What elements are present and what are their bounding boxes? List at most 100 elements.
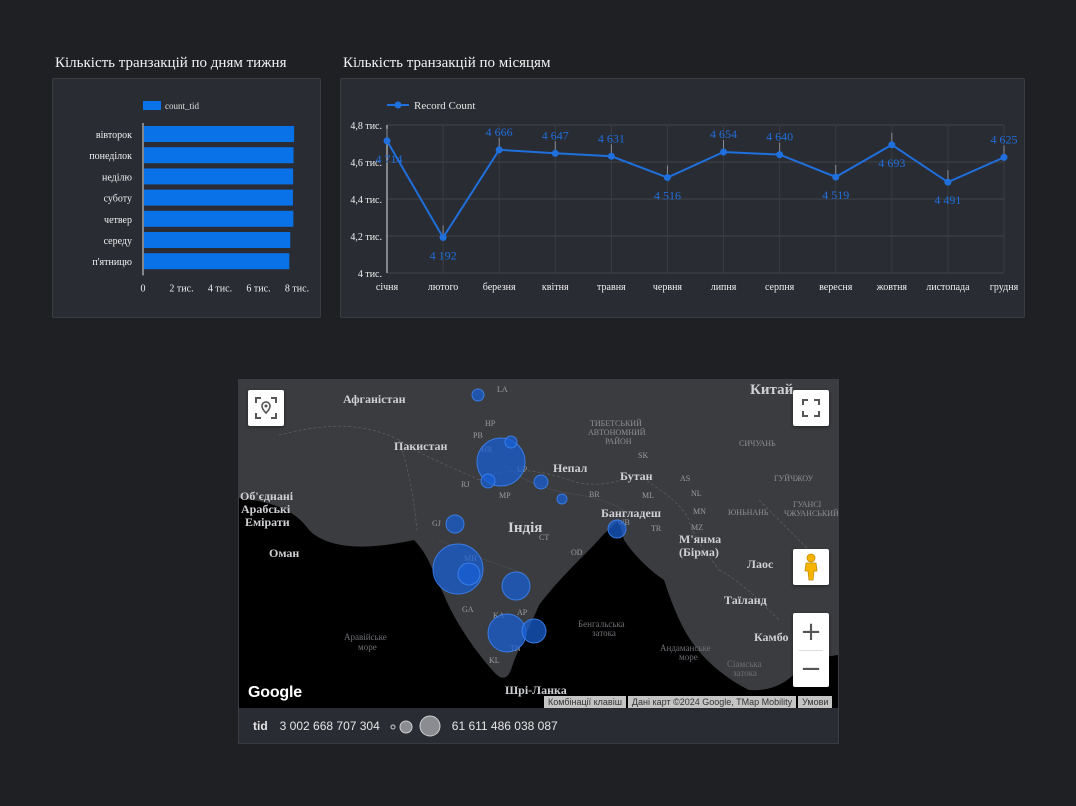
- bubble-size-legend: tid 3 002 668 707 304 61 611 486 038 087: [239, 708, 838, 743]
- data-point-0[interactable]: [383, 137, 391, 145]
- bar-4[interactable]: [144, 210, 294, 227]
- map-bubble-3[interactable]: [480, 473, 496, 489]
- zoom-in-button[interactable]: +: [793, 613, 829, 650]
- weekday-chart-title: Кількість транзакцій по дням тижня: [55, 55, 287, 71]
- legend-max-value: 61 611 486 038 087: [451, 718, 558, 733]
- data-point-7[interactable]: [776, 151, 784, 159]
- x-tick-label: 0: [141, 283, 146, 294]
- data-label: 4 491: [934, 193, 961, 207]
- weekday-bar-chart: count_tid вівторок понеділок неділю суботу че…: [89, 101, 309, 294]
- map-label-uae-1: Об'єднані: [240, 489, 294, 503]
- bar-6[interactable]: [144, 253, 290, 270]
- bar-category-label: середу: [104, 236, 132, 247]
- map-region-label: ГУАНСІ: [793, 500, 822, 509]
- map-region-label: ГУЙЧЖОУ: [774, 474, 814, 483]
- data-point-8[interactable]: [832, 173, 840, 181]
- map-state-code: ML: [642, 491, 654, 500]
- map-state-code: MP: [499, 491, 511, 500]
- data-label: 4 714: [376, 152, 403, 166]
- weekday-chart-panel[interactable]: count_tid вівторок понеділок неділю суботу че…: [52, 78, 321, 318]
- bar-category-label: неділю: [102, 172, 133, 183]
- map-label-pakistan: Пакистан: [394, 439, 448, 453]
- bar-0[interactable]: [144, 126, 295, 142]
- map-water-label: затока: [592, 628, 616, 638]
- data-point-6[interactable]: [720, 148, 728, 156]
- legend-swatch: [143, 101, 161, 110]
- bubble-map[interactable]: Афганістан Китай Пакистан Непал Бутан Об…: [239, 380, 838, 708]
- monthly-chart-panel[interactable]: Record Count 4 тис. 4,2 тис. 4,4 тис. 4,6 ти…: [340, 78, 1025, 318]
- bar-5[interactable]: [144, 232, 291, 248]
- map-bubble-12[interactable]: [607, 519, 627, 539]
- data-label: 4 640: [766, 130, 793, 144]
- data-point-5[interactable]: [663, 174, 671, 182]
- map-water-label: море: [679, 652, 698, 662]
- keyboard-shortcuts-link[interactable]: Комбінації клавіш: [544, 696, 626, 708]
- street-view-pegman[interactable]: [793, 549, 829, 585]
- map-bubble-10[interactable]: [487, 613, 527, 653]
- data-point-1[interactable]: [439, 233, 447, 241]
- pegman-icon: [804, 553, 818, 581]
- map-bubble-8[interactable]: [457, 562, 481, 586]
- map-region-label: ЧЖУАНСЬКИЙ: [784, 509, 838, 518]
- map-bubble-9[interactable]: [501, 571, 531, 601]
- data-point-9[interactable]: [888, 141, 896, 149]
- legend-min-value: 3 002 668 707 304: [279, 718, 380, 733]
- legend-size-circles: [390, 715, 441, 736]
- data-label: 4 625: [991, 132, 1018, 146]
- map-label-myanmar-1: М'янма: [679, 532, 721, 546]
- map-bubble-2[interactable]: [504, 435, 518, 449]
- bar-category-label: четвер: [104, 215, 132, 226]
- map-label-india: Індія: [508, 520, 542, 536]
- monthly-line-chart: Record Count4 тис.4,2 тис.4,4 тис.4,6 ти…: [350, 100, 1018, 293]
- map-state-code: MN: [693, 507, 706, 516]
- map-bubble-11[interactable]: [521, 618, 547, 644]
- x-tick-label: січня: [376, 282, 399, 293]
- legend-label: count_tid: [165, 101, 199, 111]
- x-tick-label: листопада: [926, 282, 970, 293]
- fullscreen-icon: [802, 399, 820, 417]
- map-region-label: СИЧУАНЬ: [739, 439, 776, 448]
- data-point-10[interactable]: [944, 178, 952, 186]
- map-region-label: ТИБЕТСЬКИЙ: [590, 419, 642, 428]
- bar-3[interactable]: [144, 189, 293, 206]
- map-bubble-6[interactable]: [445, 514, 465, 534]
- data-label: 4 666: [486, 125, 513, 139]
- bar-1[interactable]: [144, 147, 294, 164]
- x-tick-label: серпня: [765, 282, 795, 293]
- data-label: 4 693: [878, 156, 905, 170]
- data-label: 4 647: [542, 128, 569, 142]
- bar-2[interactable]: [144, 168, 294, 185]
- data-label: 4 516: [654, 189, 681, 203]
- map-bubble-5[interactable]: [556, 493, 568, 505]
- map-state-code: TR: [651, 524, 662, 533]
- map-label-uae-2: Арабські: [241, 502, 291, 516]
- map-label-china: Китай: [750, 382, 794, 398]
- legend-metric-label: tid: [253, 718, 268, 733]
- map-label-myanmar-2: (Бірма): [679, 545, 719, 559]
- x-tick-label: травня: [597, 282, 626, 293]
- x-tick-label: квітня: [542, 282, 569, 293]
- monthly-chart-title: Кількість транзакцій по місяцям: [343, 55, 551, 71]
- map-bubble-0[interactable]: [471, 388, 485, 402]
- data-point-3[interactable]: [551, 149, 559, 157]
- map-label-nepal: Непал: [553, 461, 588, 475]
- terms-link[interactable]: Умови: [798, 696, 833, 708]
- data-label: 4 192: [430, 248, 457, 262]
- zoom-out-button[interactable]: −: [793, 650, 829, 687]
- map-state-code: RJ: [461, 480, 469, 489]
- y-tick-label: 4,4 тис.: [350, 195, 382, 206]
- fullscreen-button[interactable]: [793, 390, 829, 426]
- data-point-11[interactable]: [1000, 153, 1008, 161]
- bar-category-label: понеділок: [89, 151, 132, 162]
- data-point-2[interactable]: [495, 146, 503, 154]
- locate-button[interactable]: [248, 390, 284, 426]
- map-region-label: АВТОНОМНИЙ: [588, 428, 646, 437]
- bar-category-label: суботу: [104, 194, 132, 205]
- data-point-4[interactable]: [607, 152, 615, 160]
- map-label-sri-lanka: Шрі-Ланка: [505, 683, 567, 697]
- map-canvas: Афганістан Китай Пакистан Непал Бутан Об…: [239, 380, 838, 708]
- x-tick-label: лютого: [428, 282, 458, 293]
- legend-marker: [394, 101, 402, 109]
- map-bubble-4[interactable]: [533, 474, 549, 490]
- map-state-code: GA: [462, 605, 474, 614]
